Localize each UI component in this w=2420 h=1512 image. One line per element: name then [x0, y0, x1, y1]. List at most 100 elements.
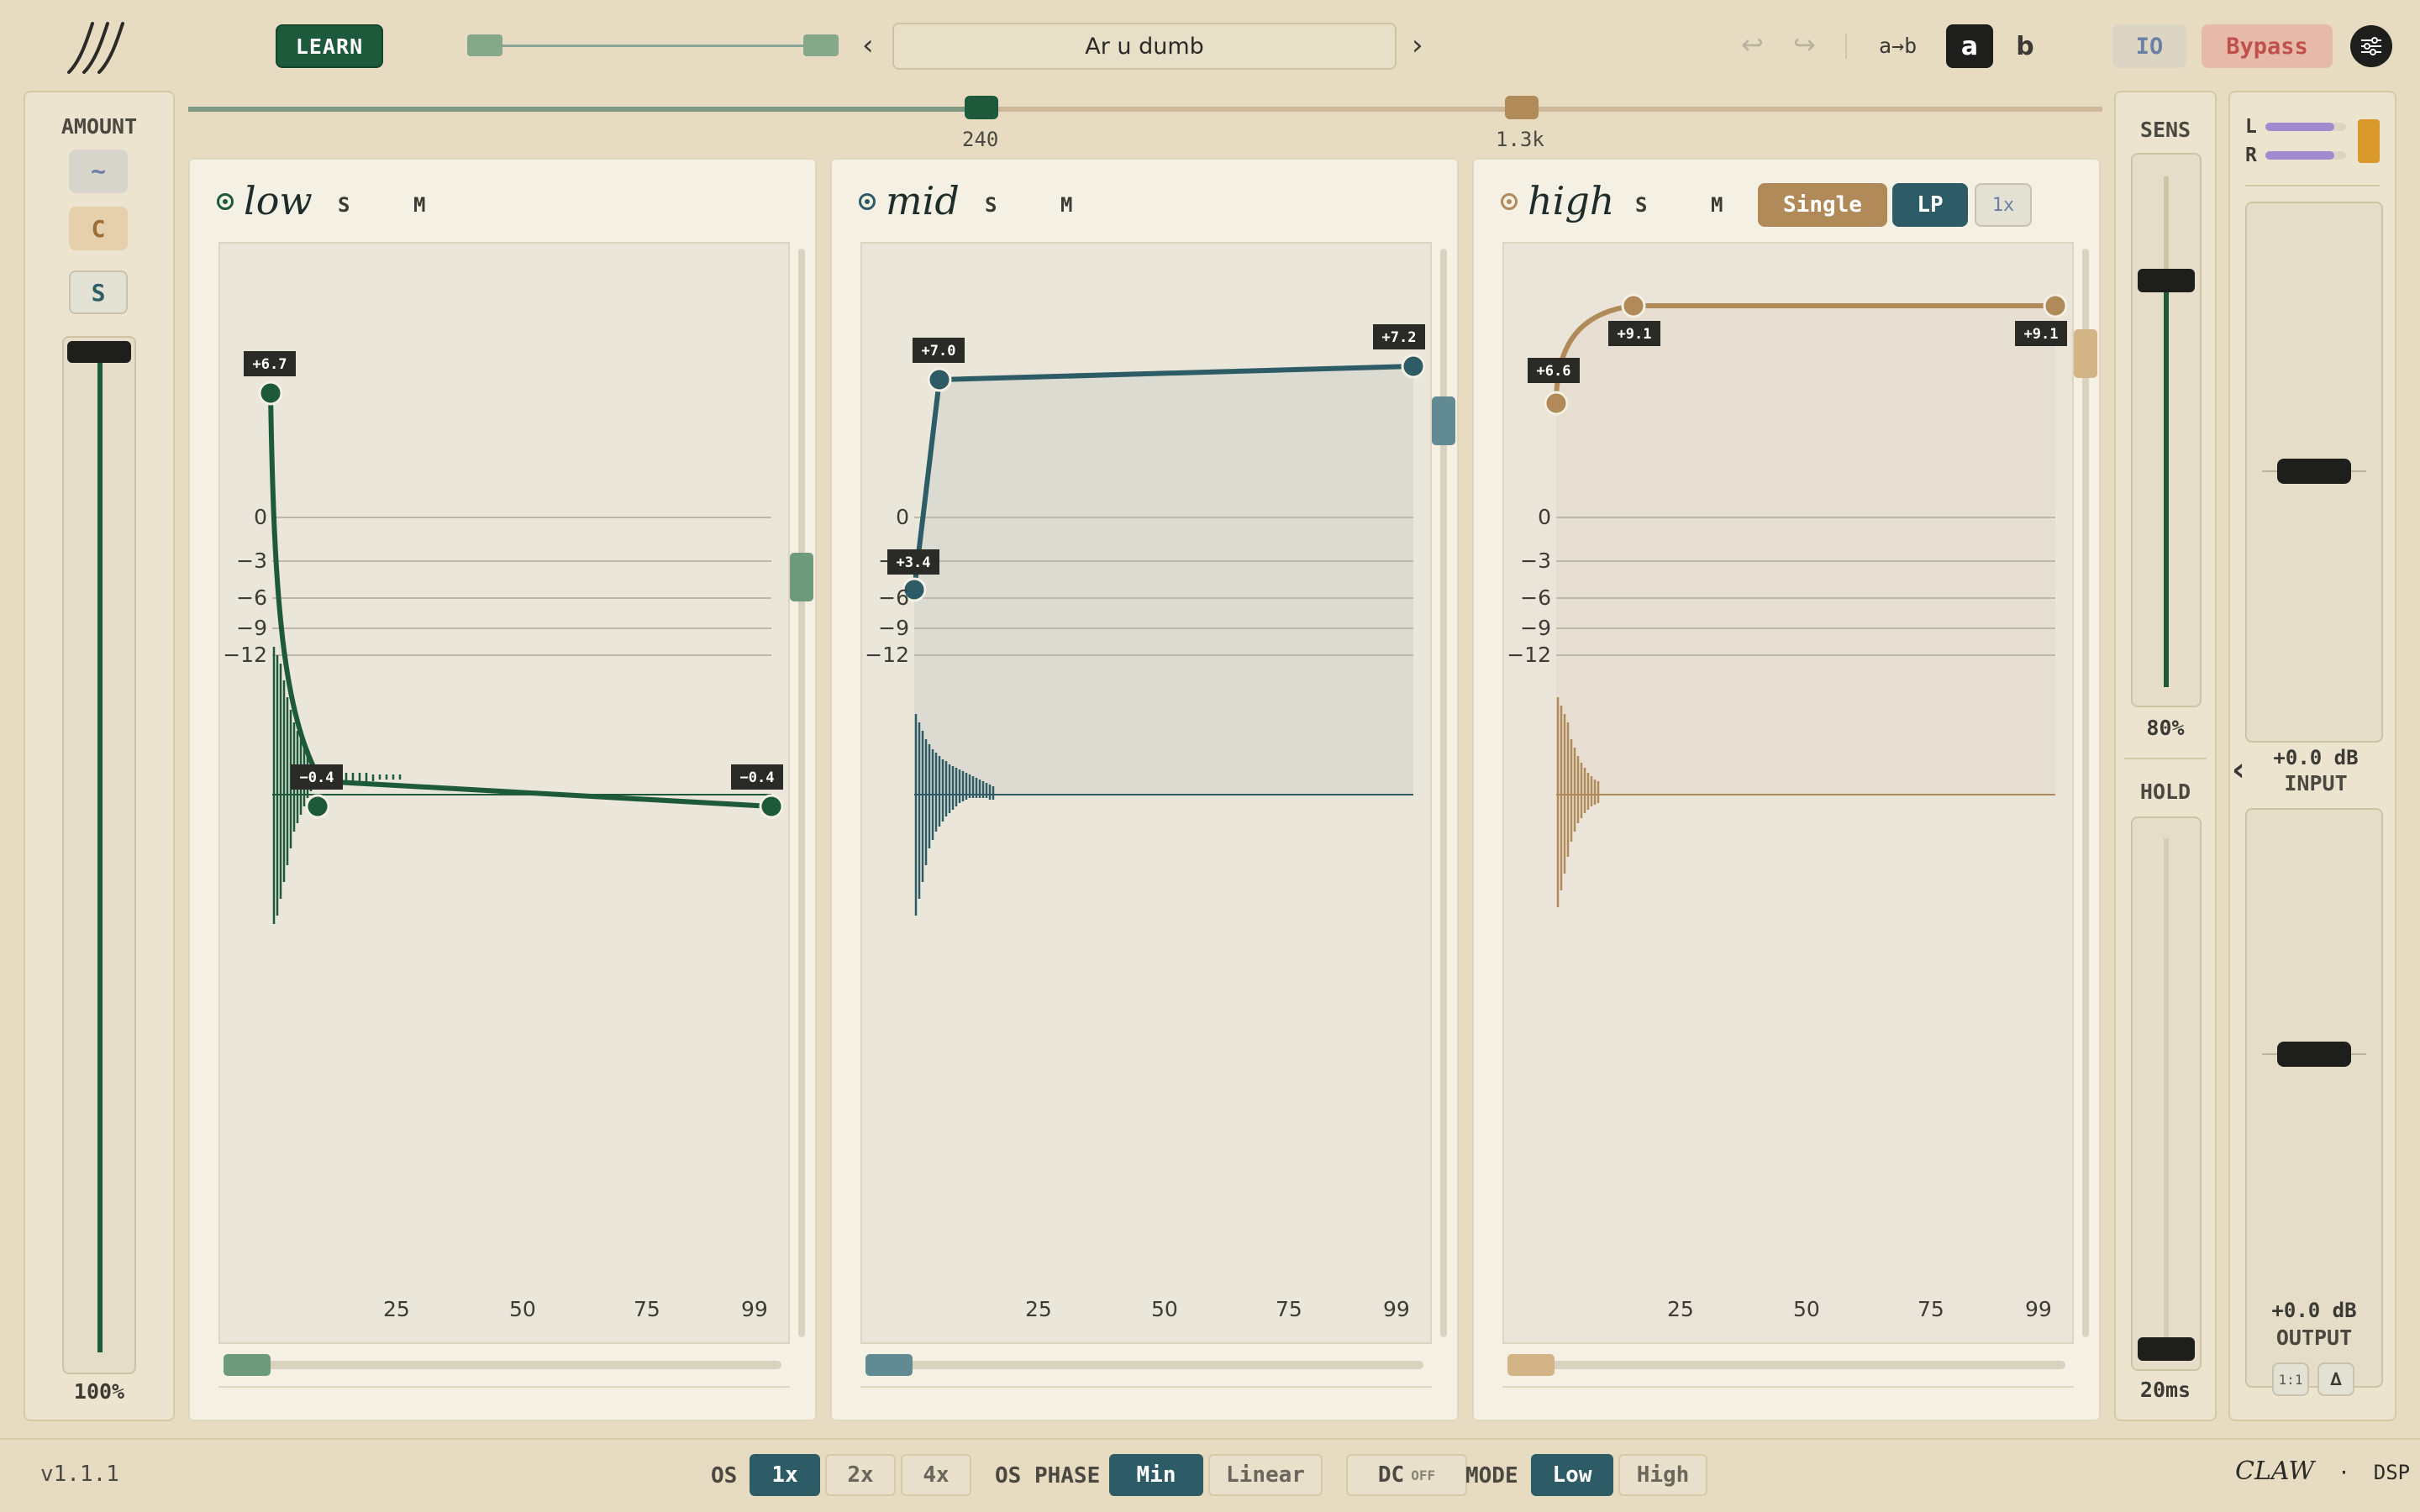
band-mid-xlabel-2: 75 [1276, 1297, 1302, 1321]
output-gain-value: +0.0 dB [2271, 1299, 2357, 1322]
amount-wave-button[interactable]: ~ [69, 150, 128, 193]
band-mid-xlabel-1: 50 [1151, 1297, 1178, 1321]
os-phase-label: OS PHASE [995, 1463, 1101, 1488]
os-1x-button[interactable]: 1x [750, 1454, 820, 1496]
logo-icon [62, 20, 129, 76]
meter-r-bar [2265, 151, 2346, 160]
amount-panel: AMOUNT ~ C S 100% [24, 91, 175, 1421]
band-high-name: high [1528, 178, 1615, 223]
band-low-ylabel-0: 0 [254, 505, 267, 529]
band-mid-xlabel-0: 25 [1025, 1297, 1052, 1321]
output-delta-button[interactable]: ∆ [2317, 1362, 2354, 1396]
band-low-graph[interactable]: +6.7 −0.4 −0.4 0 −3 −6 −9 −12 25 50 75 9… [218, 242, 790, 1344]
band-mid-graph[interactable]: +7.0 +7.2 0 −3 −6 −9 −12 +3.4 25 50 75 9… [860, 242, 1432, 1344]
amount-value: 100% [73, 1379, 125, 1404]
band-mid-horizontal-scrollbar[interactable] [865, 1354, 1423, 1376]
band-low-horizontal-scrollbar[interactable] [224, 1354, 781, 1376]
mode-high-button[interactable]: High [1618, 1454, 1707, 1496]
output-gain-handle[interactable] [2277, 1042, 2351, 1067]
io-collapse-icon[interactable]: ‹ [2232, 751, 2245, 788]
band-mid-enable-icon[interactable] [859, 193, 876, 210]
input-gain-slider[interactable] [2245, 202, 2383, 743]
band-mid-xlabel-3: 99 [1383, 1297, 1410, 1321]
crossover-mid-high-handle[interactable] [1505, 96, 1539, 119]
output-ratio-button[interactable]: 1:1 [2272, 1362, 2309, 1396]
band-high-ylabel-2: −6 [1520, 585, 1551, 610]
band-high-mode-single-button[interactable]: Single [1758, 183, 1887, 227]
band-high-vertical-scrollbar[interactable] [2074, 249, 2097, 1337]
dc-filter-button[interactable]: DC OFF [1346, 1454, 1467, 1496]
preset-b-button[interactable]: b [2002, 24, 2049, 68]
band-high-mode-lp-button[interactable]: LP [1892, 183, 1968, 227]
crossover-low-mid-handle[interactable] [965, 96, 998, 119]
band-high-ylabel-3: −9 [1520, 616, 1551, 640]
amount-slider-fill [97, 349, 103, 1352]
band-mid-mute-button[interactable]: M [1060, 193, 1072, 217]
io-divider [2245, 185, 2380, 186]
hold-title: HOLD [2139, 780, 2191, 804]
header-divider [1845, 34, 1847, 59]
phase-min-button[interactable]: Min [1109, 1454, 1203, 1496]
band-low-vertical-scrollbar[interactable] [790, 249, 813, 1337]
band-mid-solo-button[interactable]: S [985, 193, 997, 217]
band-high-xlabel-1: 50 [1793, 1297, 1820, 1321]
band-high-graph[interactable]: +9.1 +9.1 +6.6 0 −3 −6 −9 −12 25 50 75 9… [1502, 242, 2074, 1344]
input-gain-handle[interactable] [2277, 459, 2351, 484]
brand-name: CLAW [2235, 1457, 2315, 1486]
band-high-xlabel-0: 25 [1667, 1297, 1694, 1321]
band-low-solo-button[interactable]: S [338, 193, 350, 217]
io-toggle-button[interactable]: IO [2112, 24, 2186, 68]
amount-slider[interactable] [62, 336, 136, 1374]
band-high-mute-button[interactable]: M [1711, 193, 1723, 217]
sens-value: 80% [2146, 716, 2185, 740]
undo-icon[interactable]: ↩ [1741, 29, 1764, 60]
band-mid-ylabel-2: −6 [878, 585, 909, 610]
os-4x-button[interactable]: 4x [901, 1454, 971, 1496]
clip-indicator[interactable] [2358, 119, 2380, 163]
band-low-enable-icon[interactable] [217, 193, 234, 210]
learn-button[interactable]: LEARN [276, 24, 383, 68]
hold-slider-handle[interactable] [2138, 1337, 2195, 1361]
os-label: OS [711, 1463, 738, 1488]
band-high-enable-icon[interactable] [1501, 193, 1518, 210]
copy-a-to-b-button[interactable]: a→b [1879, 34, 1917, 58]
preset-name-field[interactable]: Ar u dumb [892, 23, 1397, 70]
amount-c-button[interactable]: C [69, 207, 128, 250]
output-label: OUTPUT [2275, 1326, 2353, 1350]
phase-linear-button[interactable]: Linear [1208, 1454, 1323, 1496]
preset-a-button[interactable]: a [1946, 24, 1993, 68]
amount-title: AMOUNT [60, 114, 138, 139]
range-slider-handle-left[interactable] [467, 34, 502, 56]
settings-icon[interactable] [2350, 25, 2392, 67]
band-mid-ylabel-4: −12 [865, 643, 909, 667]
band-high-xlabel-3: 99 [2025, 1297, 2052, 1321]
dc-state: OFF [1411, 1467, 1436, 1483]
sens-slider-handle[interactable] [2138, 269, 2195, 292]
band-low-footer-divider [218, 1386, 790, 1388]
band-mid-vertical-scrollbar[interactable] [1432, 249, 1455, 1337]
range-slider[interactable] [467, 30, 840, 60]
crossover-track[interactable] [188, 107, 2102, 112]
amount-s-button[interactable]: S [69, 270, 128, 314]
band-high-horizontal-scrollbar[interactable] [1507, 1354, 2065, 1376]
meter-l-label: L [2245, 116, 2257, 138]
range-slider-handle-right[interactable] [803, 34, 839, 56]
redo-icon[interactable]: ↪ [1793, 29, 1816, 60]
band-low-ylabel-4: −12 [223, 643, 267, 667]
sens-slider[interactable] [2131, 153, 2202, 707]
input-gain-value: +0.0 dB [2273, 746, 2359, 769]
band-high-tag-1: +9.1 [1618, 326, 1652, 343]
os-2x-button[interactable]: 2x [825, 1454, 896, 1496]
band-high-mode-1x-button[interactable]: 1x [1975, 183, 2032, 227]
mode-low-button[interactable]: Low [1531, 1454, 1613, 1496]
hold-slider[interactable] [2131, 816, 2202, 1371]
band-low-xlabel-2: 75 [634, 1297, 660, 1321]
preset-next-button[interactable]: › [1412, 29, 1423, 62]
band-low-mute-button[interactable]: M [413, 193, 425, 217]
band-mid-ylabel-3: −9 [878, 616, 909, 640]
band-high-solo-button[interactable]: S [1635, 193, 1647, 217]
amount-slider-handle[interactable] [67, 341, 131, 363]
preset-prev-button[interactable]: ‹ [862, 29, 874, 62]
band-low-ylabel-1: −3 [236, 549, 267, 573]
bypass-button[interactable]: Bypass [2202, 24, 2333, 68]
